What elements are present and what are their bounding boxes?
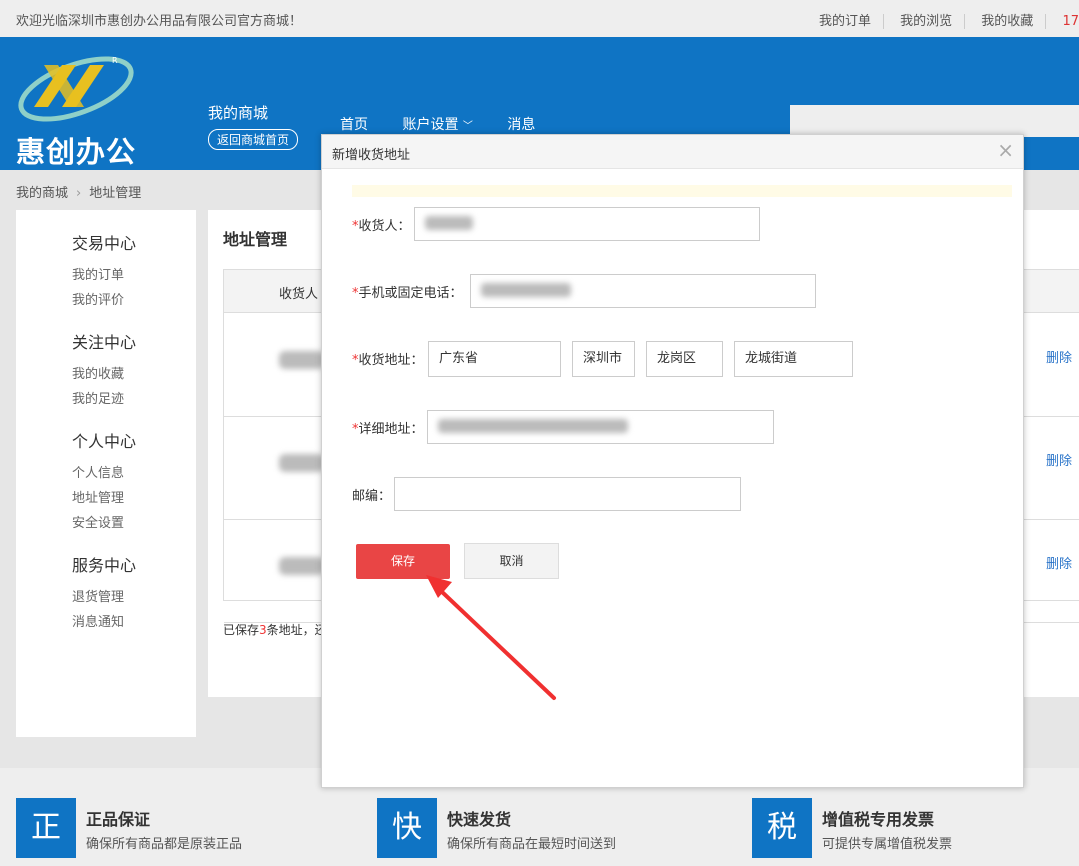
- dialog-header: 新增收货地址 ×: [322, 135, 1023, 169]
- fast-delivery-icon: 快: [377, 798, 437, 858]
- zip-label: 邮编：: [352, 489, 392, 504]
- main-nav: 首页 账户设置 ﹀ 消息: [340, 114, 565, 134]
- sidebar-group-follow: 关注中心: [72, 333, 137, 352]
- back-home-button[interactable]: 返回商城首页: [208, 129, 299, 150]
- sidebar-item-address[interactable]: 地址管理: [72, 487, 124, 506]
- top-links: 我的订单 我的浏览 我的收藏 17: [806, 10, 1079, 29]
- delete-link[interactable]: 删除: [1046, 553, 1072, 572]
- redacted-receiver: [279, 454, 324, 472]
- breadcrumb: 我的商城 › 地址管理: [16, 182, 141, 201]
- district-select[interactable]: 龙岗区: [646, 341, 723, 377]
- top-link-history[interactable]: 我的浏览: [888, 14, 966, 29]
- zip-input[interactable]: [394, 477, 741, 511]
- nav-account-settings[interactable]: 账户设置 ﹀: [402, 117, 472, 133]
- sidebar-item-my-orders[interactable]: 我的订单: [72, 264, 124, 283]
- search-area[interactable]: [790, 105, 1079, 137]
- logo-text: 惠创办公: [16, 135, 137, 169]
- top-link-favorites[interactable]: 我的收藏: [969, 14, 1047, 29]
- sidebar-item-my-reviews[interactable]: 我的评价: [72, 289, 124, 308]
- chevron-right-icon: ›: [76, 186, 82, 201]
- save-button[interactable]: 保存: [356, 544, 450, 579]
- redacted-name: [425, 215, 473, 230]
- genuine-icon: 正: [16, 798, 76, 858]
- nav-messages[interactable]: 消息: [507, 117, 535, 133]
- redacted-phone: [481, 282, 571, 297]
- dialog-title: 新增收货地址: [332, 148, 411, 163]
- nav-home[interactable]: 首页: [340, 117, 368, 133]
- delete-link[interactable]: 删除: [1046, 450, 1072, 469]
- saved-count-text: 已保存3条地址，还: [223, 623, 327, 637]
- street-select[interactable]: 龙城街道: [734, 341, 853, 377]
- address-label: *收货地址：: [352, 353, 424, 368]
- footer-title: 正品保证: [86, 810, 151, 829]
- mall-title: 我的商城: [208, 104, 269, 122]
- sidebar-item-personal-info[interactable]: 个人信息: [72, 462, 124, 481]
- delete-link[interactable]: 删除: [1046, 347, 1072, 366]
- redacted-address: [438, 418, 628, 433]
- province-select[interactable]: 广东省: [428, 341, 561, 377]
- receiver-input[interactable]: [414, 207, 760, 241]
- add-address-dialog: 新增收货地址 × *收货人： *手机或固定电话： *收货地址： 广东省 深圳市 …: [321, 134, 1024, 788]
- sidebar-item-my-footprints[interactable]: 我的足迹: [72, 388, 124, 407]
- welcome-text: 欢迎光临深圳市惠创办公用品有限公司官方商城！: [16, 14, 303, 29]
- footer-desc: 确保所有商品都是原装正品: [86, 837, 243, 852]
- sidebar-group-service: 服务中心: [72, 556, 137, 575]
- cancel-button[interactable]: 取消: [464, 543, 559, 579]
- breadcrumb-home[interactable]: 我的商城: [16, 186, 68, 201]
- sidebar-item-returns[interactable]: 退货管理: [72, 586, 124, 605]
- detail-address-label: *详细地址：: [352, 422, 424, 437]
- tax-invoice-icon: 税: [752, 798, 812, 858]
- sidebar-item-security[interactable]: 安全设置: [72, 512, 124, 531]
- footer-title: 增值税专用发票: [822, 810, 935, 829]
- footer-title: 快速发货: [447, 810, 512, 829]
- notice-bar: [352, 185, 1012, 197]
- sidebar-group-trade: 交易中心: [72, 234, 137, 253]
- sidebar-item-my-favorites[interactable]: 我的收藏: [72, 363, 124, 382]
- phone-label: *手机或固定电话：: [352, 286, 463, 301]
- detail-address-input[interactable]: [427, 410, 774, 444]
- footer-desc: 可提供专属增值税发票: [822, 837, 953, 852]
- redacted-receiver: [279, 557, 324, 575]
- account-sidebar: 交易中心 我的订单 我的评价 关注中心 我的收藏 我的足迹 个人中心 个人信息 …: [16, 210, 196, 737]
- phone-input[interactable]: [470, 274, 816, 308]
- sidebar-group-personal: 个人中心: [72, 432, 137, 451]
- city-select[interactable]: 深圳市: [572, 341, 635, 377]
- svg-text:R: R: [112, 56, 118, 65]
- close-icon[interactable]: ×: [997, 140, 1014, 160]
- receiver-label: *收货人：: [352, 219, 411, 234]
- redacted-receiver: [279, 351, 324, 369]
- top-link-orders[interactable]: 我的订单: [806, 14, 884, 29]
- chevron-down-icon: ﹀: [462, 121, 473, 132]
- breadcrumb-current: 地址管理: [89, 186, 142, 201]
- page-title: 地址管理: [223, 230, 288, 249]
- column-receiver: 收货人: [279, 287, 319, 302]
- saved-count: 3: [259, 623, 267, 637]
- top-bar: 欢迎光临深圳市惠创办公用品有限公司官方商城！ 我的订单 我的浏览 我的收藏 17: [0, 0, 1079, 37]
- sidebar-item-notifications[interactable]: 消息通知: [72, 611, 124, 630]
- footer-desc: 确保所有商品在最短时间送到: [447, 837, 617, 852]
- top-link-extra[interactable]: 17: [1050, 14, 1079, 29]
